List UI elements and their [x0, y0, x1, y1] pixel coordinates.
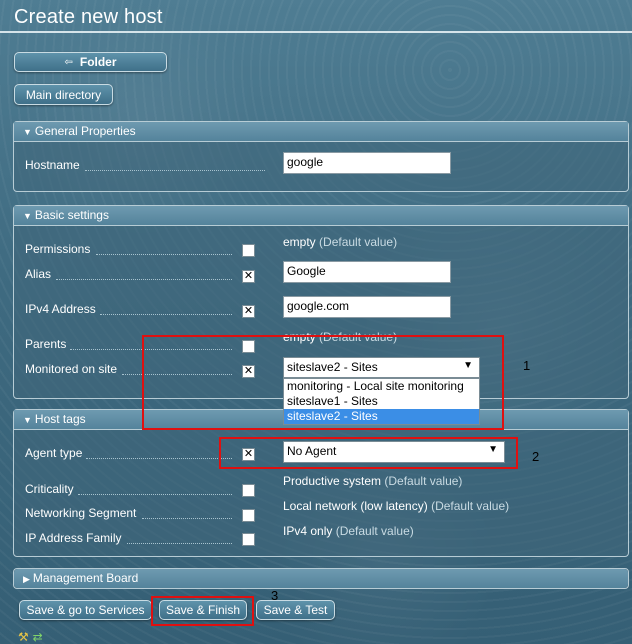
management-board-header[interactable]: ▶ Management Board [14, 569, 628, 588]
management-board-section: ▶ Management Board [13, 568, 629, 589]
annotation-number-2: 2 [532, 449, 540, 464]
parents-label: Parents [25, 337, 67, 351]
criticality-value: Productive system (Default value) [283, 474, 463, 488]
ip-family-label: IP Address Family [25, 531, 122, 545]
ipv4-dots [100, 314, 232, 315]
criticality-dots [78, 494, 232, 495]
ip-family-value: IPv4 only (Default value) [283, 524, 414, 538]
highlight-box-3 [151, 596, 254, 626]
footer-icons: ⚒ ⇄ [18, 630, 43, 644]
general-properties-header[interactable]: ▼ General Properties [14, 122, 628, 142]
basic-settings-title: Basic settings [34, 208, 109, 222]
folder-button[interactable]: ⇦ Folder [14, 52, 167, 72]
refresh-icon[interactable]: ⇄ [33, 630, 43, 644]
main-directory-button[interactable]: Main directory [14, 84, 113, 105]
alias-label: Alias [25, 267, 52, 281]
networking-segment-checkbox[interactable] [242, 509, 255, 522]
ipv4-checkbox[interactable] [242, 304, 255, 318]
folder-button-label: Folder [79, 55, 117, 69]
agent-type-label: Agent type [25, 446, 83, 460]
management-board-title: Management Board [32, 571, 139, 585]
permissions-value: empty (Default value) [283, 235, 398, 249]
highlight-box-1 [142, 335, 504, 430]
criticality-label: Criticality [25, 482, 74, 496]
triangle-down-icon: ▼ [23, 211, 32, 221]
hostname-label: Hostname [25, 158, 80, 172]
hostname-dots [85, 170, 265, 171]
ipv4-label: IPv4 Address [25, 302, 96, 316]
hostname-input[interactable]: google [283, 152, 451, 174]
save-test-button[interactable]: Save & Test [256, 600, 335, 620]
alias-dots [56, 279, 232, 280]
ip-family-checkbox[interactable] [242, 533, 255, 546]
page-title: Create new host [14, 6, 163, 28]
networking-segment-dots [142, 518, 232, 519]
agent-type-dots [86, 458, 232, 459]
triangle-down-icon: ▼ [23, 415, 32, 425]
back-arrow-icon: ⇦ [64, 56, 73, 68]
save-go-services-button[interactable]: Save & go to Services [19, 600, 152, 620]
host-tags-title: Host tags [34, 412, 86, 426]
title-divider [0, 31, 632, 33]
networking-segment-value: Local network (low latency) (Default val… [283, 499, 510, 513]
general-properties-title: General Properties [34, 124, 136, 138]
criticality-checkbox[interactable] [242, 484, 255, 497]
alias-checkbox[interactable] [242, 269, 255, 283]
triangle-down-icon: ▼ [23, 127, 32, 137]
user-icon[interactable]: ⚒ [18, 630, 29, 644]
annotation-number-3: 3 [271, 588, 279, 603]
ipv4-input[interactable]: google.com [283, 296, 451, 318]
alias-input[interactable]: Google [283, 261, 451, 283]
annotation-number-1: 1 [523, 358, 531, 373]
networking-segment-label: Networking Segment [25, 506, 137, 520]
triangle-right-icon: ▶ [23, 574, 30, 584]
permissions-label: Permissions [25, 242, 91, 256]
highlight-box-2 [219, 437, 518, 469]
permissions-dots [96, 254, 232, 255]
permissions-checkbox[interactable] [242, 244, 255, 257]
basic-settings-header[interactable]: ▼ Basic settings [14, 206, 628, 226]
monitored-site-label: Monitored on site [25, 362, 118, 376]
ip-family-dots [127, 543, 232, 544]
